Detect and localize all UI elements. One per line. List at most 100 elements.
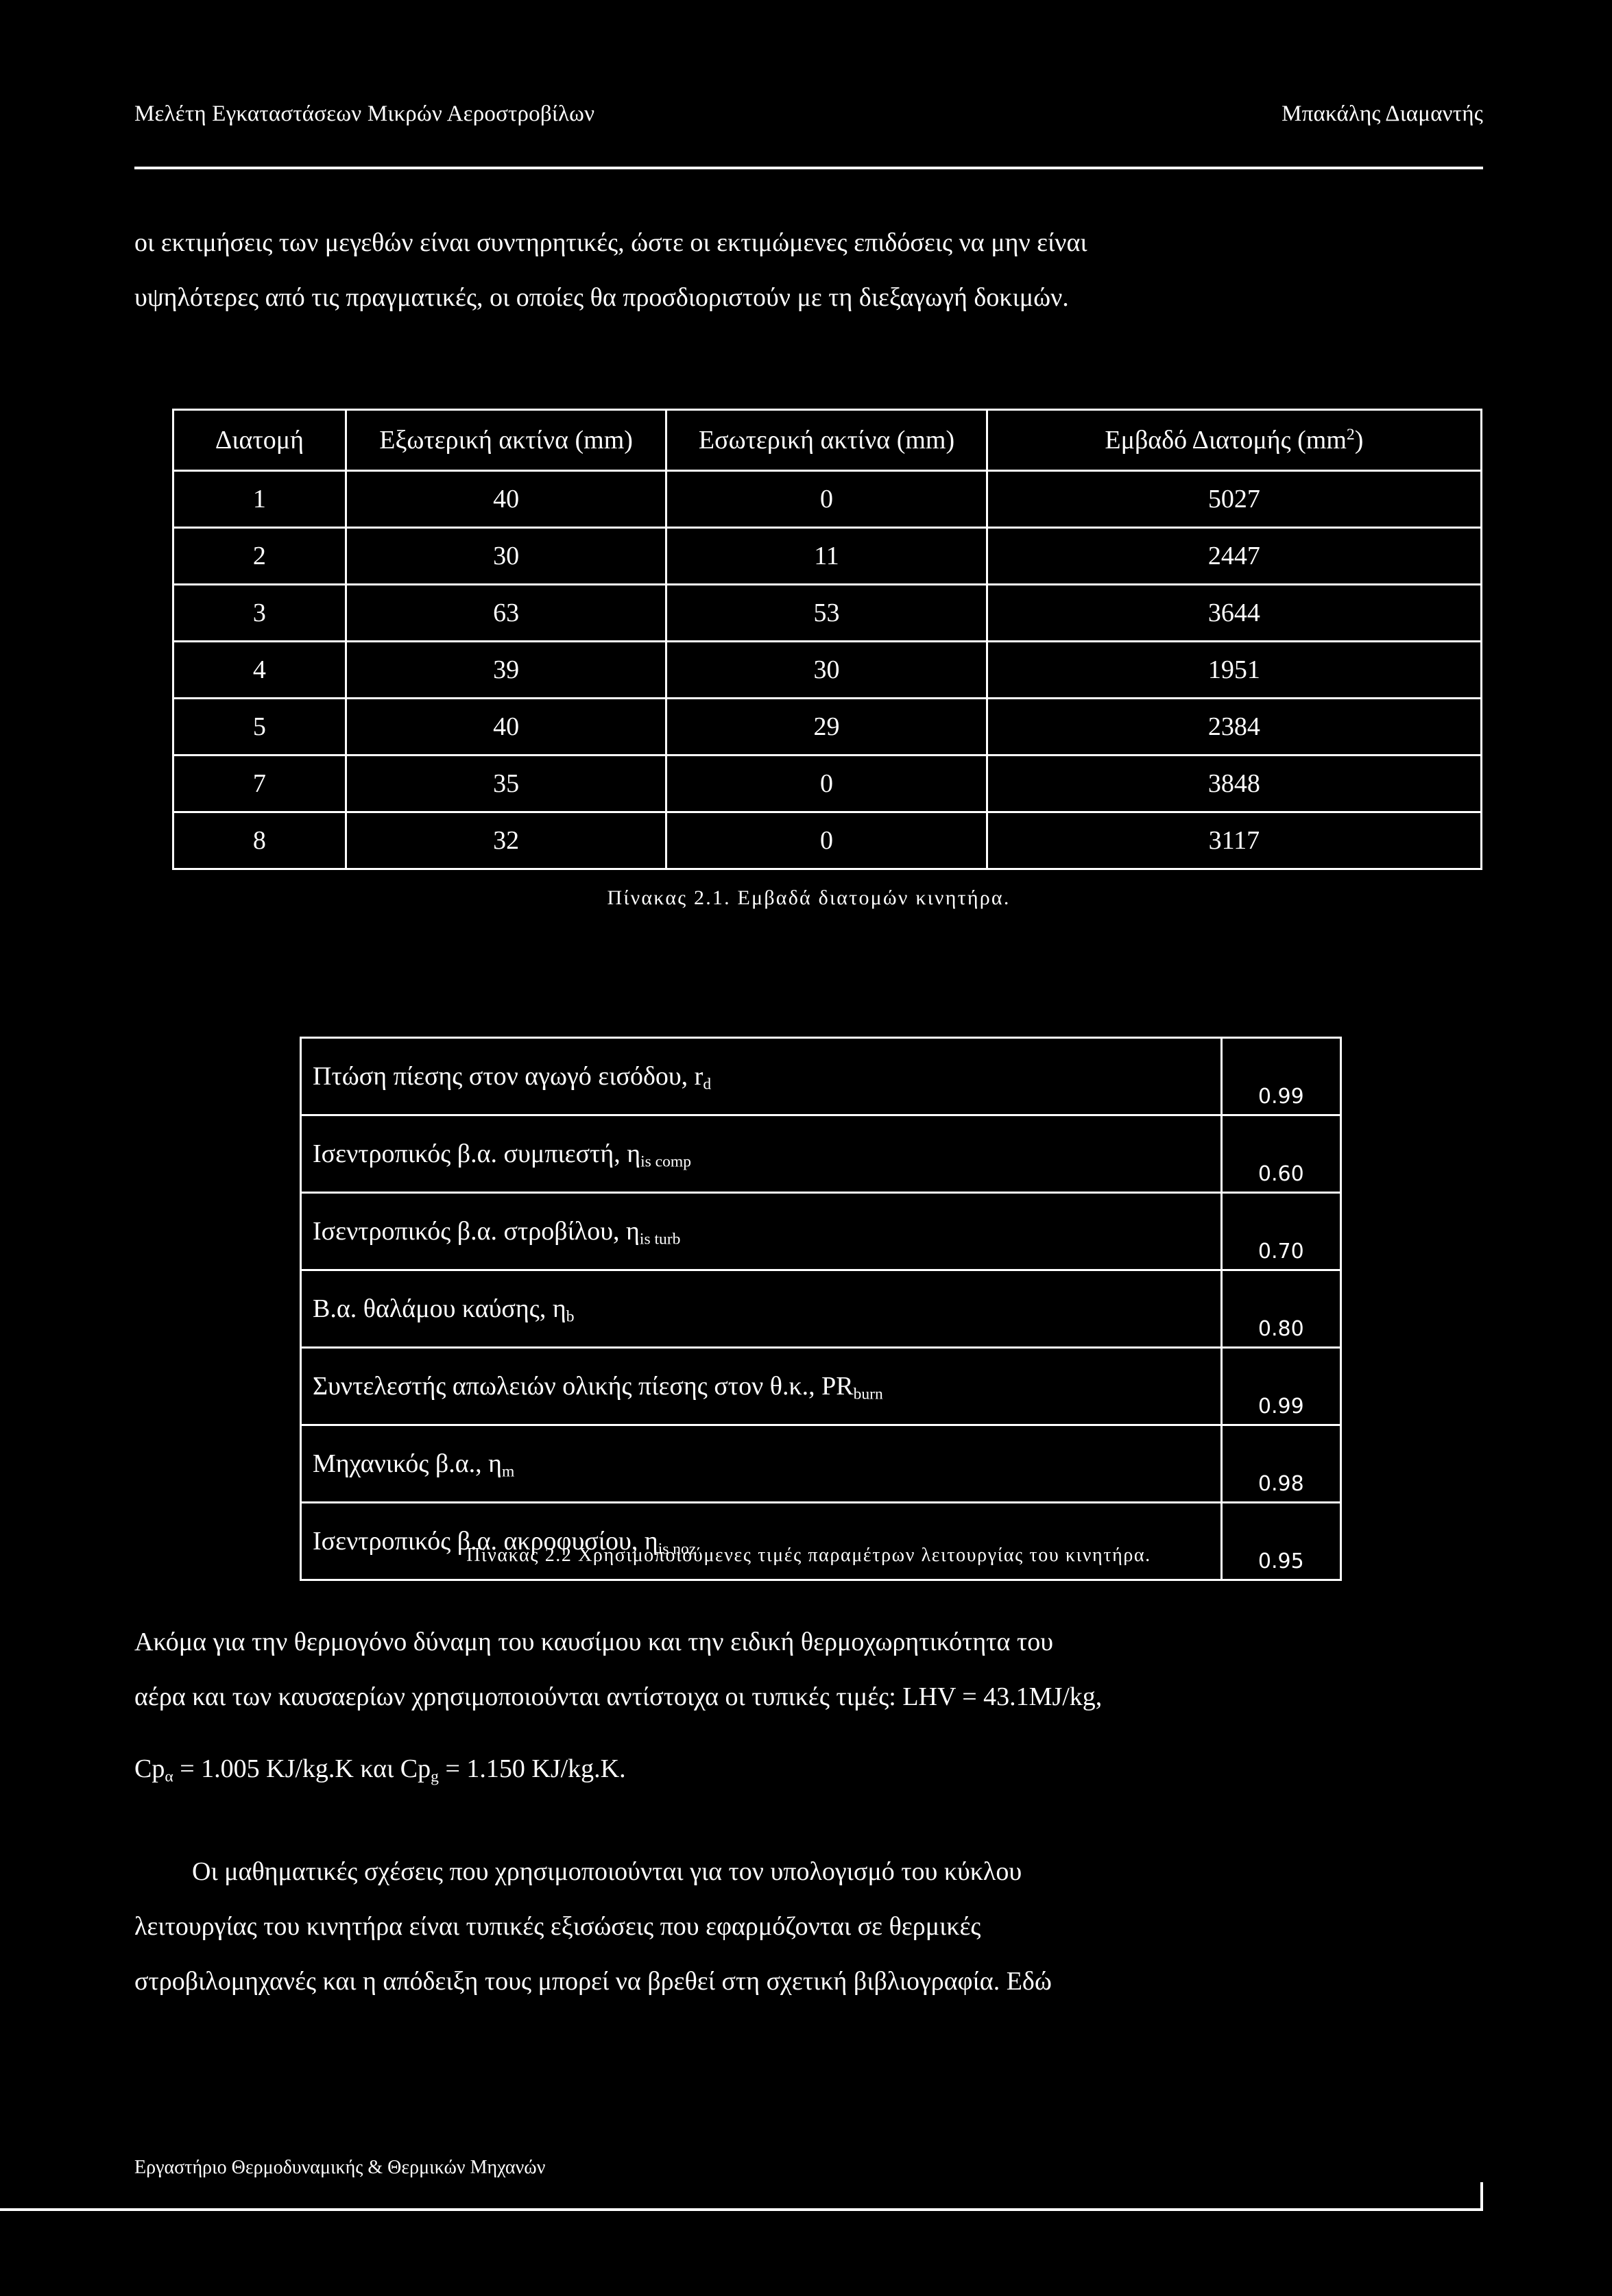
cell-outer-radius: 30 <box>344 527 668 585</box>
column-header-outer-radius: Εξωτερική ακτίνα (mm) <box>344 409 668 472</box>
column-header-area: Εμβαδό Διατομής (mm2) <box>985 409 1483 472</box>
cell-outer-radius: 40 <box>344 470 668 529</box>
fuel-properties-paragraph: Ακόμα για την θερμογόνο δύναμη του καυσί… <box>134 1615 1483 1724</box>
equations-paragraph: Οι μαθηματικές σχέσεις που χρησιμοποιούν… <box>134 1844 1483 2009</box>
cell-inner-radius: 0 <box>665 470 988 529</box>
parameter-label-text: Ισεντροπικός β.α. συμπιεστή, η <box>313 1139 641 1168</box>
cp-values-line: Cpα = 1.005 KJ/kg.K και Cpg = 1.150 KJ/k… <box>134 1741 1483 1796</box>
cell-outer-radius: 39 <box>344 640 668 699</box>
parameter-label: Ισεντροπικός β.α. στροβίλου, ηis turb <box>300 1192 1223 1271</box>
footer-rule-end-tick <box>1480 2182 1483 2211</box>
table-row: Ισεντροπικός β.α. συμπιεστή, ηis comp 0.… <box>300 1114 1343 1194</box>
parameter-label-subscript: d <box>703 1075 712 1093</box>
column-header-area-text: Εμβαδό Διατομής (mm <box>1105 426 1347 455</box>
cell-inner-radius: 53 <box>665 583 988 642</box>
cell-inner-radius: 11 <box>665 527 988 585</box>
parameter-value: 0.80 <box>1220 1269 1343 1349</box>
parameter-label-subscript: m <box>501 1462 515 1481</box>
table-row: 5 40 29 2384 <box>172 697 1483 756</box>
table-row: 1 40 0 5027 <box>172 470 1483 529</box>
cell-section: 2 <box>172 527 347 585</box>
footer-rule <box>0 2208 1483 2211</box>
cell-inner-radius: 0 <box>665 811 988 870</box>
eq-line-1: Οι μαθηματικές σχέσεις που χρησιμοποιούν… <box>192 1857 1022 1886</box>
engine-parameters-table: Πτώση πίεσης στον αγωγό εισόδου, rd 0.99… <box>300 1037 1343 1581</box>
column-header-area-close: ) <box>1354 426 1364 455</box>
cell-outer-radius: 35 <box>344 754 668 813</box>
running-head-author: Μπακάλης Διαμαντής <box>1282 101 1483 126</box>
table-row: 8 32 0 3117 <box>172 811 1483 870</box>
cell-section: 3 <box>172 583 347 642</box>
cell-area: 5027 <box>985 470 1483 529</box>
parameter-label: Πτώση πίεσης στον αγωγό εισόδου, rd <box>300 1037 1223 1116</box>
column-header-section: Διατομή <box>172 409 347 472</box>
parameter-value: 0.60 <box>1220 1114 1343 1194</box>
column-header-inner-radius: Εσωτερική ακτίνα (mm) <box>665 409 988 472</box>
cell-section: 8 <box>172 811 347 870</box>
cp-trailing-text: = 1.150 KJ/kg.K. <box>438 1754 626 1783</box>
parameter-value: 0.70 <box>1220 1192 1343 1271</box>
table-row: 7 35 0 3848 <box>172 754 1483 813</box>
cell-inner-radius: 0 <box>665 754 988 813</box>
parameter-label-text: Πτώση πίεσης στον αγωγό εισόδου, r <box>313 1062 703 1091</box>
cell-area: 3848 <box>985 754 1483 813</box>
running-head-title: Μελέτη Εγκαταστάσεων Μικρών Αεροστροβίλω… <box>134 101 595 126</box>
cell-outer-radius: 40 <box>344 697 668 756</box>
cell-section: 1 <box>172 470 347 529</box>
table-row: 4 39 30 1951 <box>172 640 1483 699</box>
parameter-label-text: Συντελεστής απωλειών ολικής πίεσης στον … <box>313 1372 854 1401</box>
parameter-value: 0.99 <box>1220 1037 1343 1116</box>
parameter-label: Μηχανικός β.α., ηm <box>300 1424 1223 1503</box>
fuel-line-1: Ακόμα για την θερμογόνο δύναμη του καυσί… <box>134 1628 1054 1656</box>
document-page: Μελέτη Εγκαταστάσεων Μικρών Αεροστροβίλω… <box>0 0 1612 2296</box>
table-row: Ισεντροπικός β.α. ακροφυσίου, ηis noz 0.… <box>300 1501 1343 1581</box>
parameter-label: Συντελεστής απωλειών ολικής πίεσης στον … <box>300 1346 1223 1426</box>
parameter-label-text: Β.α. θαλάμου καύσης, η <box>313 1294 566 1323</box>
table-caption-2-2: Πίνακας 2.2 Χρησιμοποιούμενες τιμές παρα… <box>466 1545 1151 1566</box>
table-row: Συντελεστής απωλειών ολικής πίεσης στον … <box>300 1346 1343 1426</box>
parameter-label-subscript: is turb <box>639 1230 681 1248</box>
header-rule <box>134 167 1483 169</box>
cell-section: 4 <box>172 640 347 699</box>
table-row: Πτώση πίεσης στον αγωγό εισόδου, rd 0.99 <box>300 1037 1343 1116</box>
parameter-label-subscript: burn <box>853 1385 883 1403</box>
parameter-value: 0.95 <box>1220 1501 1343 1581</box>
running-head: Μελέτη Εγκαταστάσεων Μικρών Αεροστροβίλω… <box>134 101 1483 127</box>
parameter-label-text: Μηχανικός β.α., η <box>313 1449 502 1478</box>
table-row: 3 63 53 3644 <box>172 583 1483 642</box>
fuel-line-2: αέρα και των καυσαερίων χρησιμοποιούνται… <box>134 1682 1103 1711</box>
cross-section-table: Διατομή Εξωτερική ακτίνα (mm) Εσωτερική … <box>172 409 1483 870</box>
cell-area: 3644 <box>985 583 1483 642</box>
parameter-label-subscript: is comp <box>640 1152 691 1171</box>
parameter-label-text: Ισεντροπικός β.α. στροβίλου, η <box>313 1217 640 1246</box>
table-row: Β.α. θαλάμου καύσης, ηb 0.80 <box>300 1269 1343 1349</box>
parameter-label: Ισεντροπικός β.α. ακροφυσίου, ηis noz <box>300 1501 1223 1581</box>
footer-lab-name: Εργαστήριο Θερμοδυναμικής & Θερμικών Μηχ… <box>134 2157 546 2178</box>
table-row: Μηχανικός β.α., ηm 0.98 <box>300 1424 1343 1503</box>
cell-area: 2447 <box>985 527 1483 585</box>
eq-line-2: λειτουργίας του κινητήρα είναι τυπικές ε… <box>134 1912 981 1941</box>
parameter-value: 0.99 <box>1220 1346 1343 1426</box>
cell-area: 3117 <box>985 811 1483 870</box>
intro-line-2: υψηλότερες από τις πραγματικές, οι οποίε… <box>134 283 1069 312</box>
cell-area: 1951 <box>985 640 1483 699</box>
intro-line-1: οι εκτιμήσεις των μεγεθών είναι συντηρητ… <box>134 228 1087 257</box>
table-caption-2-1: Πίνακας 2.1. Εμβαδά διατομών κινητήρα. <box>607 886 1011 909</box>
intro-paragraph: οι εκτιμήσεις των μεγεθών είναι συντηρητ… <box>134 215 1483 325</box>
cell-outer-radius: 63 <box>344 583 668 642</box>
column-header-area-exponent: 2 <box>1346 426 1355 444</box>
cell-section: 7 <box>172 754 347 813</box>
parameter-label: Ισεντροπικός β.α. συμπιεστή, ηis comp <box>300 1114 1223 1194</box>
eq-line-3: στροβιλομηχανές και η απόδειξη τους μπορ… <box>134 1967 1052 1996</box>
cp-middle-text: = 1.005 KJ/kg.K και Cp <box>173 1754 431 1783</box>
table-row: 2 30 11 2447 <box>172 527 1483 585</box>
cp-air-symbol: Cp <box>134 1754 165 1783</box>
cp-gas-subscript: g <box>431 1767 439 1786</box>
parameter-value: 0.98 <box>1220 1424 1343 1503</box>
cell-area: 2384 <box>985 697 1483 756</box>
parameter-label: Β.α. θαλάμου καύσης, ηb <box>300 1269 1223 1349</box>
table-row: Ισεντροπικός β.α. στροβίλου, ηis turb 0.… <box>300 1192 1343 1271</box>
cp-air-subscript: α <box>165 1767 173 1786</box>
parameter-label-subscript: b <box>566 1307 575 1326</box>
table-header-row: Διατομή Εξωτερική ακτίνα (mm) Εσωτερική … <box>172 409 1483 472</box>
